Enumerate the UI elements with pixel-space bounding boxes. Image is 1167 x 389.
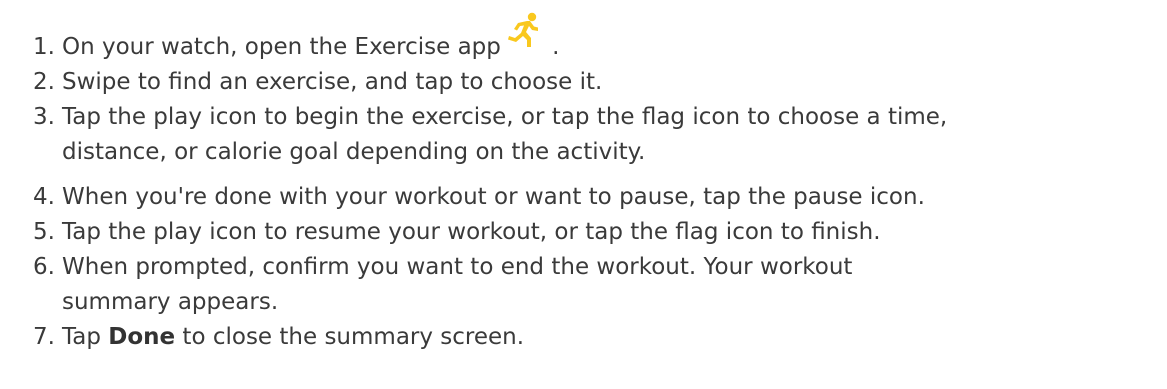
list-item: 4. When you're done with your workout or …: [0, 180, 925, 215]
done-label: Done: [108, 324, 176, 350]
step-text: Swipe to find an exercise, and tap to ch…: [62, 69, 603, 95]
step-text-line2: summary appears.: [62, 289, 279, 315]
list-item: 2. Swipe to find an exercise, and tap to …: [0, 65, 602, 100]
step-text: On your watch, open the Exercise app: [62, 34, 501, 60]
list-item: 7. Tap Done to close the summary screen.: [0, 320, 524, 355]
list-item: 3. Tap the play icon to begin the exercis…: [0, 100, 947, 135]
running-figure-icon: [507, 12, 538, 47]
step-text-line2: distance, or calorie goal depending on t…: [62, 139, 646, 165]
step-text-line1: When prompted, confirm you want to end t…: [62, 254, 853, 280]
list-item: 6. When prompted, confirm you want to end…: [0, 250, 852, 285]
step-text-end: .: [544, 34, 560, 60]
exercise-app-icon: [505, 12, 545, 59]
numbered-steps-list: 1. On your watch, open the Exercise app .…: [0, 0, 1167, 389]
step-text: Tap the play icon to resume your workout…: [62, 219, 881, 245]
step-number: 4.: [33, 184, 55, 210]
step-number: 6.: [33, 254, 55, 280]
step-number: 1.: [33, 34, 55, 60]
step-text-after: to close the summary screen.: [175, 324, 525, 350]
step-number: 2.: [33, 69, 55, 95]
step-text: Tap Done to close the summary screen.: [62, 320, 524, 355]
list-item: 1. On your watch, open the Exercise app .: [0, 12, 560, 65]
step-number: 3.: [33, 104, 55, 130]
step-text-before: Tap: [62, 324, 109, 350]
step-number: 7.: [33, 324, 55, 350]
step-number: 5.: [33, 219, 55, 245]
list-item: 5. Tap the play icon to resume your worko…: [0, 215, 881, 250]
step-text-line1: Tap the play icon to begin the exercise,…: [62, 104, 948, 130]
step-text: When you're done with your workout or wa…: [62, 184, 925, 210]
